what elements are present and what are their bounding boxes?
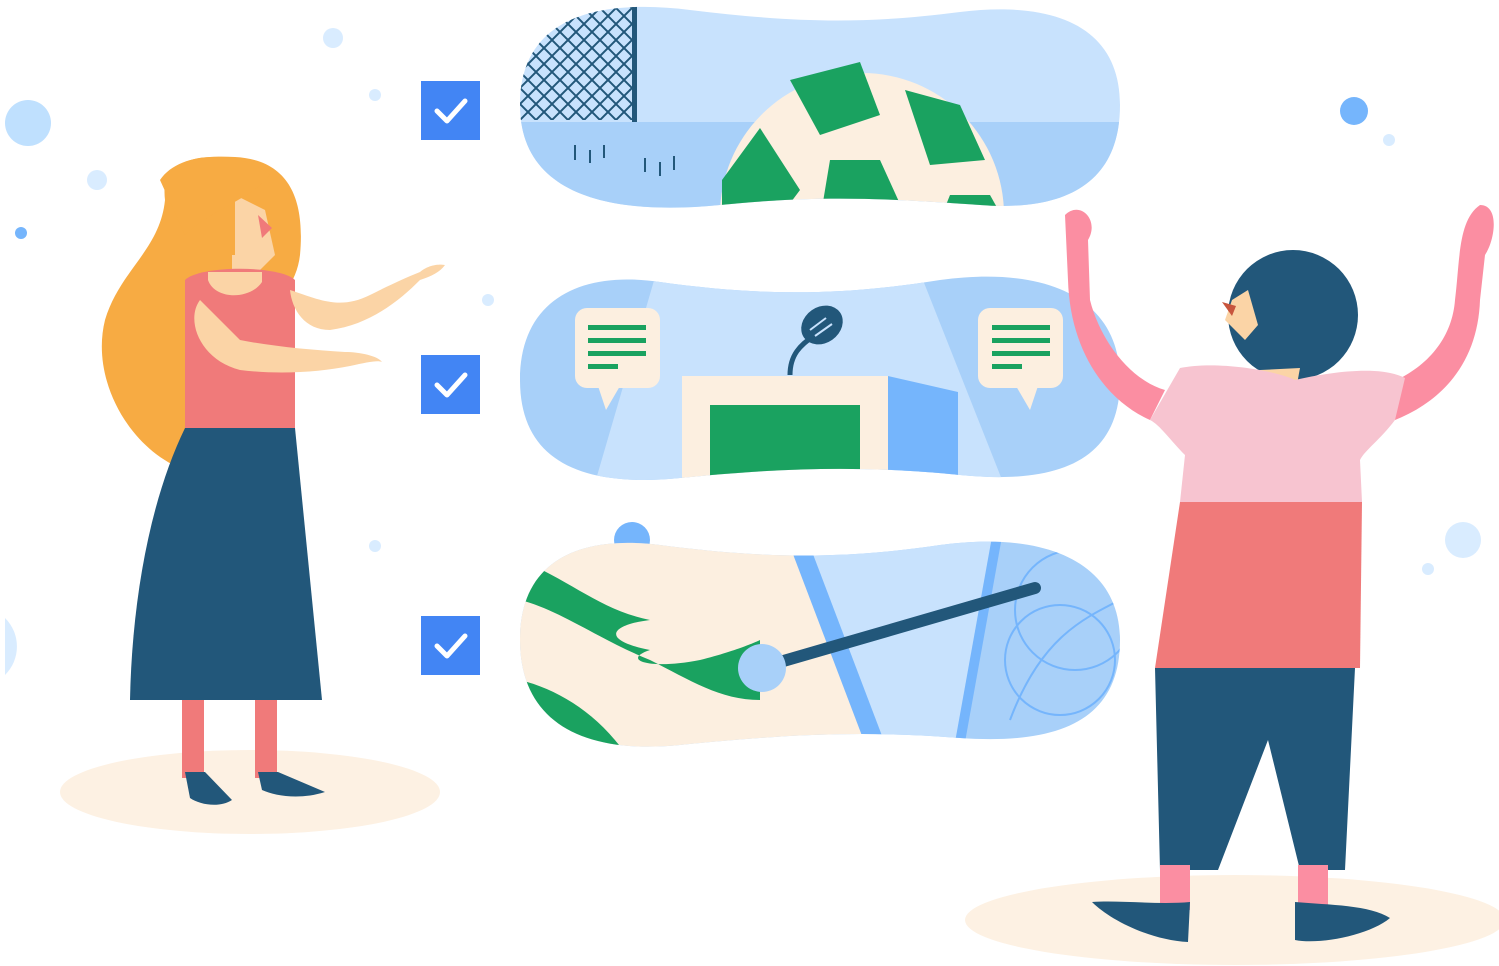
checkbox-soccer[interactable]: [421, 81, 480, 140]
goal-net: [520, 6, 635, 120]
woman-figure: [101, 156, 445, 805]
ground-right: [965, 875, 1499, 965]
panel-podium: [520, 276, 1120, 480]
checkbox-podium[interactable]: [421, 355, 480, 414]
podium-icon: [682, 376, 958, 480]
checkbox-pointer[interactable]: [421, 616, 480, 675]
illustration-canvas: [0, 0, 1499, 966]
panel-pointer: [520, 541, 1120, 747]
ground-left: [60, 750, 440, 834]
